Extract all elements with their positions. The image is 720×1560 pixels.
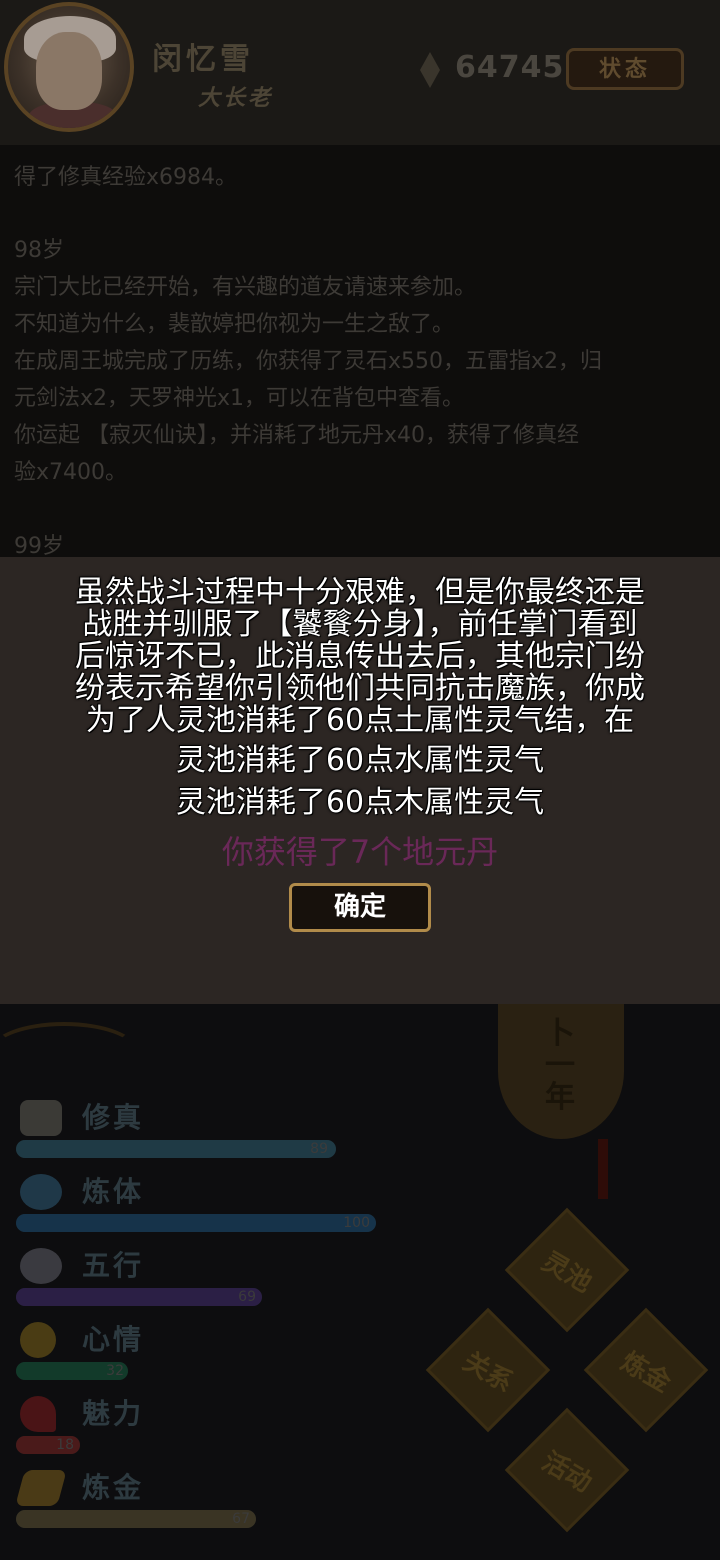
- confirm-button[interactable]: 确定: [289, 883, 431, 932]
- dialog-text-line: 纷表示希望你引领他们共同抗击魔族，你成: [75, 671, 645, 706]
- lantern-char: 年: [545, 1080, 575, 1115]
- smile-icon: [20, 1322, 56, 1358]
- log-line: 宗门大比已经开始，有兴趣的道友请速来参加。: [14, 275, 477, 300]
- stat-value: 18: [56, 1437, 74, 1453]
- stat-row-mood[interactable]: 心情 32: [0, 1322, 420, 1396]
- log-line: 验x7400。: [14, 460, 128, 485]
- stat-row-body[interactable]: 炼体 100: [0, 1174, 420, 1248]
- pouch-icon: [20, 1248, 62, 1284]
- stat-label: 五行: [82, 1249, 145, 1282]
- stat-value: 67: [232, 1511, 250, 1527]
- log-line: 不知道为什么，裴歆婷把你视为一生之敌了。: [14, 312, 455, 337]
- reward-text: 你获得了7个地元丹: [221, 833, 499, 871]
- log-line: 99岁: [14, 534, 64, 559]
- stat-row-cultivation[interactable]: 修真 89: [0, 1100, 420, 1174]
- log-line: 在成周王城完成了历练，你获得了灵石x550，五雷指x2，归: [14, 349, 603, 374]
- event-dialog: 虽然战斗过程中十分艰难，但是你最终还是 战胜并驯服了【饕餮分身】，前任掌门看到 …: [0, 557, 720, 1004]
- stat-value: 69: [238, 1289, 256, 1305]
- log-line: 元剑法x2，天罗神光x1，可以在背包中查看。: [14, 386, 465, 411]
- status-button[interactable]: 状态: [566, 48, 684, 90]
- gem-count: 64745: [455, 50, 565, 85]
- dialog-text-line: 战胜并驯服了【饕餮分身】，前任掌门看到: [82, 607, 638, 642]
- stat-row-alchemy[interactable]: 炼金 67: [0, 1470, 420, 1544]
- stat-label: 魅力: [82, 1397, 145, 1430]
- avatar[interactable]: [4, 2, 134, 132]
- player-name: 闵忆雪: [152, 42, 254, 77]
- player-title: 大长老: [198, 85, 274, 111]
- stat-value: 89: [310, 1141, 328, 1157]
- dialog-text-line: 虽然战斗过程中十分艰难，但是你最终还是: [75, 575, 645, 610]
- dialog-text-line: 灵池消耗了60点水属性灵气: [175, 743, 545, 778]
- header-bar: 闵忆雪 大长老 64745 状态: [0, 0, 720, 145]
- stat-label: 炼体: [82, 1175, 145, 1208]
- heart-icon: [20, 1396, 56, 1432]
- stat-label: 心情: [82, 1323, 145, 1356]
- stat-value: 100: [343, 1215, 370, 1231]
- stat-row-charm[interactable]: 魅力 18: [0, 1396, 420, 1470]
- log-line: 98岁: [14, 238, 64, 263]
- stat-label: 炼金: [82, 1471, 145, 1504]
- stat-label: 修真: [82, 1101, 145, 1134]
- character-panel: 卜 一 年 修真 89 炼体 100 五行 69 心情 32 魅力 18 炼金 …: [0, 1004, 720, 1560]
- lantern-tassel: [598, 1139, 608, 1199]
- dialog-text-line: 后惊讶不已，此消息传出去后，其他宗门纷: [75, 639, 645, 674]
- event-log[interactable]: 得了修真经验x6984。 98岁 宗门大比已经开始，有兴趣的道友请速来参加。 不…: [0, 145, 720, 559]
- stat-row-elements[interactable]: 五行 69: [0, 1248, 420, 1322]
- log-line: 你运起 【寂灭仙诀】，并消耗了地元丹x40，获得了修真经: [14, 423, 580, 448]
- ingot-icon: [15, 1470, 67, 1506]
- dialog-text-line: 灵池消耗了60点木属性灵气: [175, 785, 545, 820]
- stat-value: 32: [106, 1363, 124, 1379]
- elder-portrait-icon: [36, 32, 102, 110]
- book-icon: [20, 1100, 62, 1136]
- log-line: 得了修真经验x6984。: [14, 165, 238, 190]
- dialog-text-line: 为了人灵池消耗了60点土属性灵气结，在: [85, 703, 635, 738]
- cloud-ornament: [0, 1022, 138, 1080]
- diamond-gem-icon: [420, 52, 440, 88]
- gourd-icon: [20, 1174, 62, 1210]
